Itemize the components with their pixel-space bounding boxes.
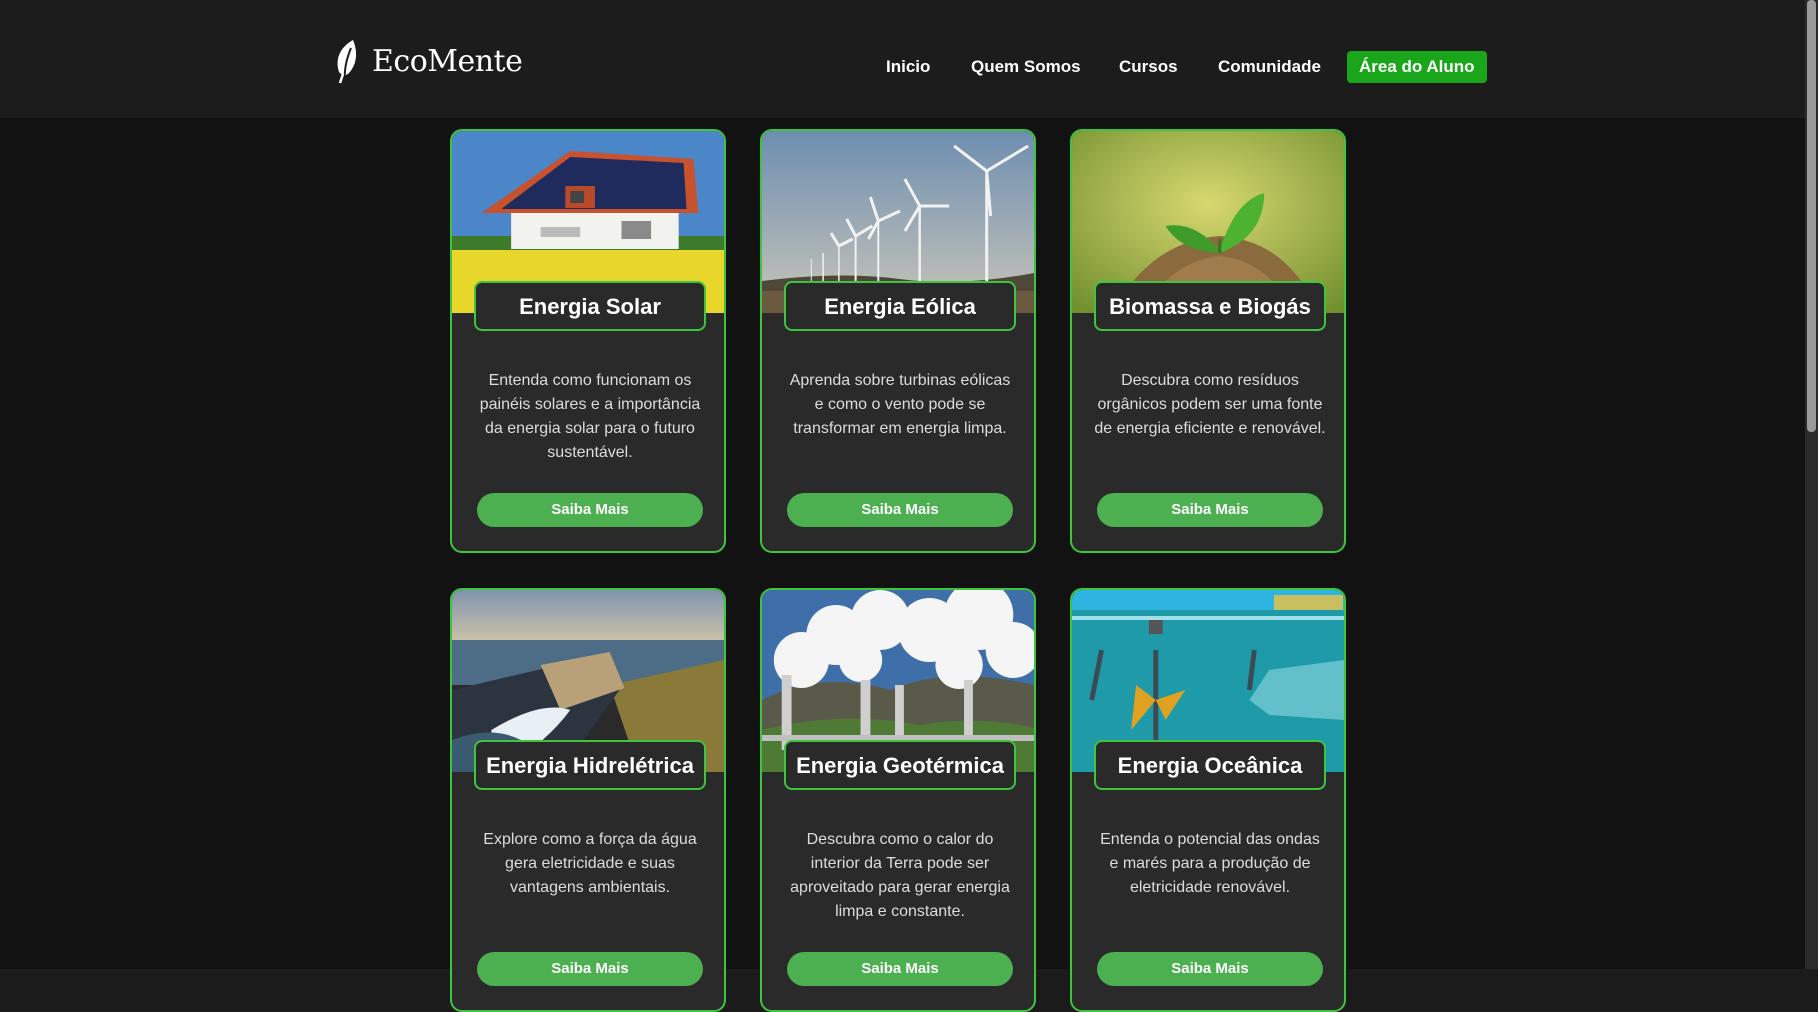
nav-area-do-aluno-button[interactable]: Área do Aluno bbox=[1347, 51, 1487, 83]
nav-inicio[interactable]: Inicio bbox=[886, 50, 930, 83]
card-description: Aprenda sobre turbinas eólicas e como o … bbox=[789, 372, 1011, 437]
card-description: Entenda como funcionam os painéis solare… bbox=[479, 372, 701, 461]
card-energia-geotermica: Energia Geotérmica Descubra como o calor… bbox=[760, 588, 1036, 1012]
card-title: Biomassa e Biogás bbox=[1094, 281, 1326, 331]
page-scrollbar[interactable] bbox=[1805, 0, 1818, 969]
nav-cursos[interactable]: Cursos bbox=[1119, 50, 1178, 83]
courses-section: Energia Solar Entenda como funcionam os … bbox=[0, 118, 1805, 1012]
nav-quem-somos[interactable]: Quem Somos bbox=[971, 50, 1081, 83]
saiba-mais-button[interactable]: Saiba Mais bbox=[787, 952, 1013, 986]
saiba-mais-button[interactable]: Saiba Mais bbox=[787, 493, 1013, 527]
nav-comunidade[interactable]: Comunidade bbox=[1218, 50, 1321, 83]
card-description: Entenda o potencial das ondas e marés pa… bbox=[1100, 831, 1320, 896]
site-header: EcoMente Inicio Quem Somos Cursos Comuni… bbox=[0, 0, 1805, 118]
logo[interactable]: EcoMente bbox=[333, 38, 523, 84]
saiba-mais-button[interactable]: Saiba Mais bbox=[1097, 952, 1323, 986]
card-title: Energia Oceânica bbox=[1094, 740, 1326, 790]
saiba-mais-button[interactable]: Saiba Mais bbox=[477, 952, 703, 986]
logo-text: EcoMente bbox=[372, 43, 523, 79]
saiba-mais-button[interactable]: Saiba Mais bbox=[1097, 493, 1323, 527]
card-energia-oceanica: Energia Oceânica Entenda o potencial das… bbox=[1070, 588, 1346, 1012]
card-biomassa-biogas: Biomassa e Biogás Descubra como resíduos… bbox=[1070, 129, 1346, 553]
card-title: Energia Eólica bbox=[784, 281, 1016, 331]
saiba-mais-button[interactable]: Saiba Mais bbox=[477, 493, 703, 527]
card-energia-solar: Energia Solar Entenda como funcionam os … bbox=[450, 129, 726, 553]
card-title: Energia Hidrelétrica bbox=[474, 740, 706, 790]
leaf-icon bbox=[337, 40, 357, 84]
card-title: Energia Geotérmica bbox=[784, 740, 1016, 790]
card-energia-eolica: Energia Eólica Aprenda sobre turbinas eó… bbox=[760, 129, 1036, 553]
card-description: Descubra como resíduos orgânicos podem s… bbox=[1094, 372, 1326, 437]
card-description: Explore como a força da água gera eletri… bbox=[483, 831, 697, 896]
card-description: Descubra como o calor do interior da Ter… bbox=[790, 831, 1010, 920]
scrollbar-thumb[interactable] bbox=[1807, 0, 1816, 432]
card-title: Energia Solar bbox=[474, 281, 706, 331]
card-energia-hidreletrica: Energia Hidrelétrica Explore como a forç… bbox=[450, 588, 726, 1012]
